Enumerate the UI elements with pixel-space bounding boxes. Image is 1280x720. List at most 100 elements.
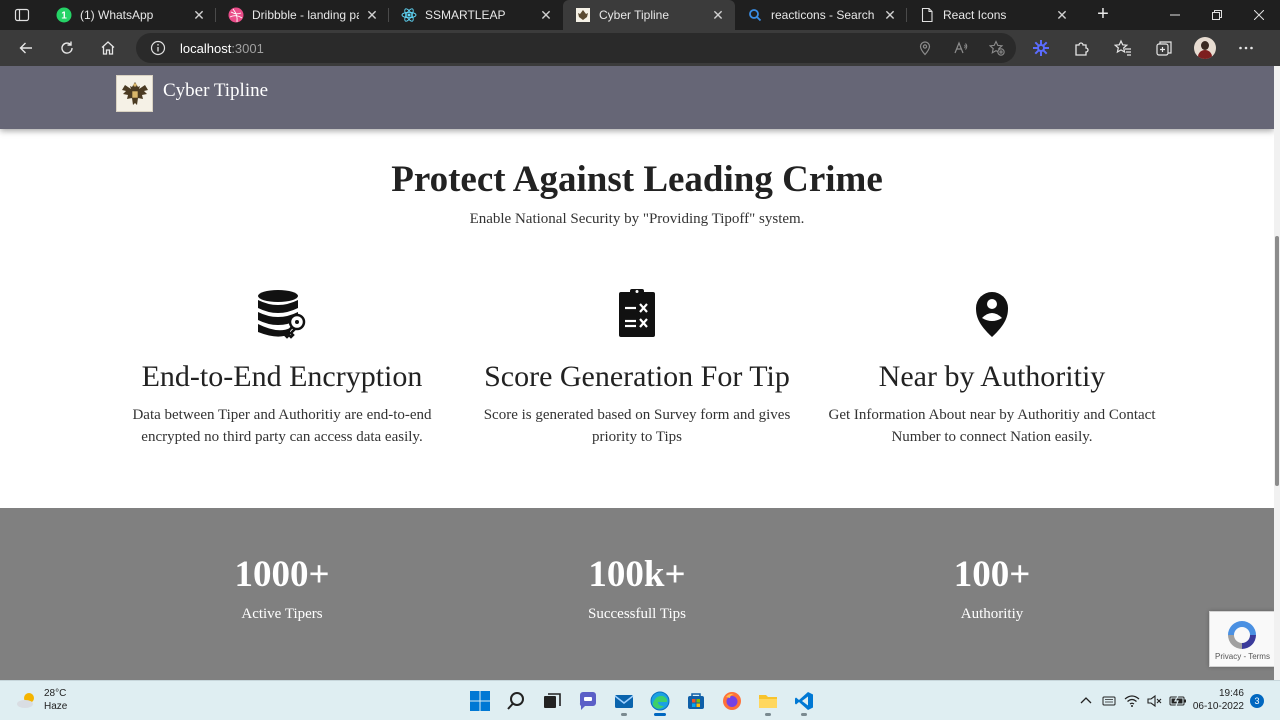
page-scrollbar[interactable] xyxy=(1274,66,1280,680)
stat-label: Authoritiy xyxy=(960,606,1024,622)
system-tray xyxy=(1076,691,1191,711)
stat-label: Active Tipers xyxy=(241,606,323,622)
feature-text: Score is generated based on Survey form … xyxy=(483,407,791,445)
tab-whatsapp[interactable]: 1 (1) WhatsApp ✕ xyxy=(44,0,216,30)
taskbar-apps xyxy=(462,685,822,717)
task-view-button[interactable] xyxy=(534,685,570,717)
refresh-button[interactable] xyxy=(49,33,85,63)
close-icon[interactable]: ✕ xyxy=(1055,8,1069,22)
feature-authority: Near by Authoritiy Get Information About… xyxy=(822,288,1162,448)
mail-icon xyxy=(614,695,634,708)
feature-title: Score Generation For Tip xyxy=(484,360,790,393)
address-bar[interactable]: localhost:3001 xyxy=(136,33,1016,63)
collections-button[interactable] xyxy=(1149,33,1179,63)
close-icon[interactable]: ✕ xyxy=(365,8,379,22)
recaptcha-badge[interactable]: Privacy - Terms xyxy=(1209,611,1274,667)
clipboard-score-icon xyxy=(611,288,663,340)
site-logo[interactable] xyxy=(116,75,153,112)
tab-title: Cyber Tipline xyxy=(599,8,670,22)
stat-value: 1000+ xyxy=(234,554,330,595)
mail-app[interactable] xyxy=(606,685,642,717)
avatar xyxy=(1194,37,1216,59)
database-key-icon xyxy=(256,288,308,340)
new-tab-button[interactable]: + xyxy=(1089,1,1117,29)
stat-active-tipers: 1000+ Active Tipers xyxy=(132,553,432,623)
close-icon[interactable]: ✕ xyxy=(711,8,725,22)
add-favorite-icon[interactable] xyxy=(988,39,1006,57)
puzzle-icon xyxy=(1075,42,1089,56)
scrollbar-thumb[interactable] xyxy=(1275,236,1279,486)
weather-temp: 28°C xyxy=(44,688,67,699)
battery-icon[interactable] xyxy=(1168,691,1188,711)
clock-time: 19:46 xyxy=(1218,688,1244,699)
windows-start-icon xyxy=(470,691,490,711)
restore-icon xyxy=(1212,10,1222,20)
firefox-icon xyxy=(723,692,741,710)
edge-icon xyxy=(650,691,670,711)
edge-browser-app[interactable] xyxy=(642,685,678,717)
extensions-button[interactable] xyxy=(1067,33,1097,63)
close-window-button[interactable] xyxy=(1238,0,1280,30)
brand-name[interactable]: Cyber Tipline xyxy=(163,80,268,102)
browser-toolbar: localhost:3001 xyxy=(0,30,1280,66)
notification-badge[interactable]: 3 xyxy=(1250,694,1264,708)
favorites-icon xyxy=(1114,39,1131,56)
close-icon xyxy=(1254,10,1264,20)
tab-cyber-tipline[interactable]: Cyber Tipline ✕ xyxy=(563,0,735,30)
vscode-app[interactable] xyxy=(786,685,822,717)
volume-muted-icon[interactable] xyxy=(1145,691,1165,711)
minimize-button[interactable] xyxy=(1154,0,1196,30)
back-button[interactable] xyxy=(8,33,44,63)
favorites-button[interactable] xyxy=(1108,33,1138,63)
extension-button[interactable] xyxy=(1026,33,1056,63)
site-logo-icon xyxy=(575,7,591,23)
tab-reacticons-search[interactable]: reacticons - Search ✕ xyxy=(735,0,907,30)
dribbble-icon xyxy=(228,7,244,23)
home-icon xyxy=(101,41,115,55)
collections-icon xyxy=(1156,41,1172,56)
search-icon xyxy=(747,7,763,23)
wifi-icon[interactable] xyxy=(1122,691,1142,711)
settings-menu-button[interactable] xyxy=(1231,33,1261,63)
recaptcha-icon xyxy=(1228,621,1256,649)
clock-date: 06-10-2022 xyxy=(1192,701,1244,712)
svg-text:1: 1 xyxy=(61,11,67,22)
profile-button[interactable] xyxy=(1190,33,1220,63)
read-aloud-icon[interactable] xyxy=(952,39,970,57)
tab-dribbble[interactable]: Dribbble - landing pag ✕ xyxy=(216,0,389,30)
url-text[interactable]: localhost:3001 xyxy=(180,41,264,56)
document-icon xyxy=(919,7,935,23)
home-button[interactable] xyxy=(90,33,126,63)
tab-title: (1) WhatsApp xyxy=(80,8,154,22)
taskbar-clock[interactable]: 19:46 06-10-2022 xyxy=(1190,687,1244,713)
keyboard-icon[interactable] xyxy=(1099,691,1119,711)
more-options-icon xyxy=(1239,46,1253,50)
teams-chat-button[interactable] xyxy=(570,685,606,717)
stat-successful-tips: 100k+ Successfull Tips xyxy=(487,553,787,623)
start-button[interactable] xyxy=(462,685,498,717)
haze-weather-icon xyxy=(17,693,34,708)
file-explorer-app[interactable] xyxy=(750,685,786,717)
chat-icon xyxy=(579,692,596,710)
close-icon[interactable]: ✕ xyxy=(883,8,897,22)
search-icon xyxy=(507,692,524,710)
task-view-icon xyxy=(544,693,561,708)
maximize-button[interactable] xyxy=(1196,0,1238,30)
close-icon[interactable]: ✕ xyxy=(192,8,206,22)
store-app[interactable] xyxy=(678,685,714,717)
location-icon[interactable] xyxy=(916,39,934,57)
recaptcha-links[interactable]: Privacy - Terms xyxy=(1215,652,1270,661)
browser-tab-strip: 1 (1) WhatsApp ✕ Dribbble - landing pag … xyxy=(0,0,1280,30)
info-icon[interactable] xyxy=(150,40,166,56)
weather-widget[interactable]: 28°C Haze xyxy=(16,687,67,713)
tab-ssmartleap[interactable]: SSMARTLEAP ✕ xyxy=(389,0,563,30)
firefox-app[interactable] xyxy=(714,685,750,717)
tab-actions-button[interactable] xyxy=(0,0,44,30)
chevron-up-icon xyxy=(1080,697,1092,704)
tab-react-icons[interactable]: React Icons ✕ xyxy=(907,0,1079,30)
page-viewport: Cyber Tipline Protect Against Leading Cr… xyxy=(0,66,1274,680)
tab-title: SSMARTLEAP xyxy=(425,8,506,22)
close-icon[interactable]: ✕ xyxy=(539,8,553,22)
show-hidden-icons-button[interactable] xyxy=(1076,691,1096,711)
search-button[interactable] xyxy=(498,685,534,717)
